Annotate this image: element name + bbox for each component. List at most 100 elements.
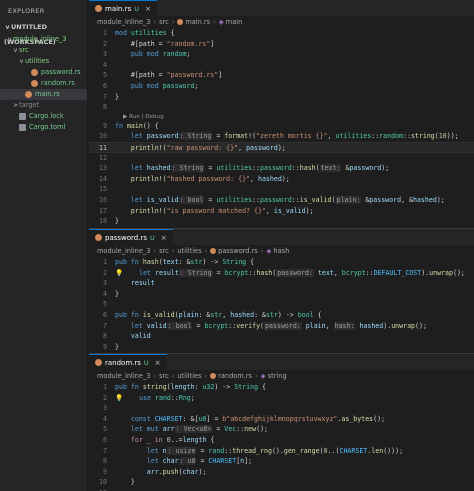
code-line: 3 pub mod random; (89, 49, 474, 60)
tree-item-module-inline-3[interactable]: v module_inline_3 (0, 34, 87, 45)
line-text: pub fn hash(text: &str) -> String { (115, 258, 255, 266)
tree-item-label: random.rs (41, 79, 75, 87)
line-text: for _ in 0..=length { (130, 435, 215, 444)
line-number: 3 (103, 279, 107, 288)
breadcrumb-item[interactable]: utilities (177, 372, 201, 380)
code-line: 2 #[path = "random.rs"] (89, 39, 474, 50)
tree-item-utilities[interactable]: v utilities (0, 56, 87, 67)
code-line: 1 pub fn hash(text: &str) -> String { (89, 257, 474, 268)
tree-item-label: Cargo.lock (29, 112, 64, 120)
breadcrumb-separator: › (171, 372, 175, 380)
breadcrumb-item[interactable]: src (159, 247, 169, 255)
line-text: let valid: bool = bcrypt::verify(passwor… (130, 321, 427, 330)
editor-group-password: password.rs U × module_inline_3 › src › utiliti… (89, 229, 474, 353)
rust-file-icon (95, 359, 102, 366)
breadcrumb-item[interactable]: password.rs (218, 247, 258, 255)
code-line: 4 const CHARSET: &[u8] = b"abcdefghijklm… (89, 414, 474, 425)
tab-random-rs[interactable]: random.rs U × (89, 354, 167, 370)
line-number: 15 (99, 185, 107, 194)
close-icon[interactable]: × (145, 5, 151, 13)
breadcrumb-separator: › (153, 247, 157, 255)
breadcrumb-item[interactable]: module_inline_3 (97, 247, 150, 255)
line-text: pub mod password; (130, 81, 199, 90)
code-line: 6 pub mod password; (89, 81, 474, 92)
breadcrumb-separator: › (153, 372, 157, 380)
rust-file-icon (177, 19, 184, 25)
line-number: 7 (103, 92, 107, 101)
line-text: #[path = "password.rs"] (130, 71, 223, 80)
line-number: 6 (103, 310, 107, 319)
tab-password-rs[interactable]: password.rs U × (89, 229, 173, 245)
breadcrumb-item[interactable]: string (268, 372, 287, 380)
tab-label: password.rs (105, 233, 147, 242)
breadcrumb-item[interactable]: src (159, 18, 169, 26)
breadcrumb-item[interactable]: hash (273, 247, 289, 255)
line-text: valid (130, 332, 151, 341)
line-number: 4 (103, 289, 107, 298)
line-text: } (115, 92, 119, 101)
function-symbol-icon: ◈ (218, 18, 224, 26)
breadcrumb-item[interactable]: main (226, 18, 242, 26)
code-line: 4 (89, 60, 474, 71)
breadcrumb-item[interactable]: module_inline_3 (97, 372, 150, 380)
line-number: 12 (99, 153, 107, 162)
rust-file-icon (95, 234, 102, 241)
code-line: 17 println!("is password matched? {}", i… (89, 206, 474, 217)
code-line: 7 let n: usize = rand::thread_rng().gen_… (89, 446, 474, 457)
tree-item-target[interactable]: > target (0, 100, 87, 111)
line-number: 10 (99, 478, 107, 487)
tab-main-rs[interactable]: main.rs U × (89, 0, 157, 16)
line-text: } (115, 217, 119, 226)
line-number: 3 (103, 404, 107, 413)
close-icon[interactable]: × (161, 234, 167, 242)
tab-bar: main.rs U × (89, 0, 474, 16)
code-line: 14 println!("hashed password: {}", hashe… (89, 174, 474, 185)
code-line: 3 result (89, 278, 474, 289)
line-number: 8 (103, 332, 107, 341)
tree-item-main-rs[interactable]: main.rs (0, 89, 87, 100)
line-number: 10 (99, 132, 107, 141)
line-text: mod utilities { (115, 29, 175, 37)
function-symbol-icon: ◈ (266, 247, 272, 255)
tree-item-random-rs[interactable]: random.rs (0, 78, 87, 89)
code-line: 18} (89, 216, 474, 227)
breadcrumb-item[interactable]: main.rs (185, 18, 210, 26)
line-number: 9 (103, 342, 107, 351)
line-text: pub mod random; (130, 50, 191, 59)
chevron-down-icon: v (5, 24, 10, 31)
line-number: 1 (103, 29, 107, 37)
tab-bar: password.rs U × (89, 229, 474, 245)
code-line: 4} (89, 289, 474, 300)
line-number: 5 (103, 425, 107, 434)
lightbulb-icon[interactable]: 💡 (115, 394, 123, 402)
tree-item-password-rs[interactable]: password.rs (0, 67, 87, 78)
breadcrumb-item[interactable]: module_inline_3 (97, 18, 150, 26)
tree-item-cargo-toml[interactable]: Cargo.toml (0, 122, 87, 133)
chevron-right-icon: > (12, 102, 19, 109)
code-line: 5 (89, 299, 474, 310)
line-number: 18 (99, 217, 107, 226)
tree-item-label: src (19, 46, 29, 54)
code-editor[interactable]: 1 pub fn hash(text: &str) -> String {2 💡 l… (89, 257, 474, 353)
breadcrumb-item[interactable]: utilities (177, 247, 201, 255)
code-editor[interactable]: 1 pub fn string(length: u32) -> String {2… (89, 382, 474, 491)
breadcrumb-item[interactable]: random.rs (218, 372, 252, 380)
line-text: pub fn is_valid(plain: &str, hashed: &st… (115, 310, 322, 319)
lightbulb-icon[interactable]: 💡 (115, 269, 123, 277)
untracked-badge: U (134, 4, 140, 13)
chevron-down-icon: v (7, 36, 12, 43)
code-editor[interactable]: 1 mod utilities { 2 #[path = "random.rs"] 3… (89, 28, 474, 228)
close-icon[interactable]: × (155, 359, 161, 367)
workspace-header[interactable]: v UNTITLED (WORKSPACE) (0, 20, 87, 46)
breadcrumb-item[interactable]: src (159, 372, 169, 380)
line-text: let password: String = format!("zereth m… (130, 132, 459, 141)
breadcrumb-separator: › (171, 18, 175, 26)
code-line: 9 arr.push(char); (89, 467, 474, 478)
line-text: result (130, 279, 155, 288)
line-number: 14 (99, 174, 107, 183)
run-debug-codelens[interactable]: ▶ Run | Debug (89, 113, 474, 121)
tab-label: random.rs (105, 358, 141, 367)
line-number: 6 (103, 435, 107, 444)
tree-item-cargo-lock[interactable]: Cargo.lock (0, 111, 87, 122)
explorer-title: EXPLORER (8, 7, 45, 15)
